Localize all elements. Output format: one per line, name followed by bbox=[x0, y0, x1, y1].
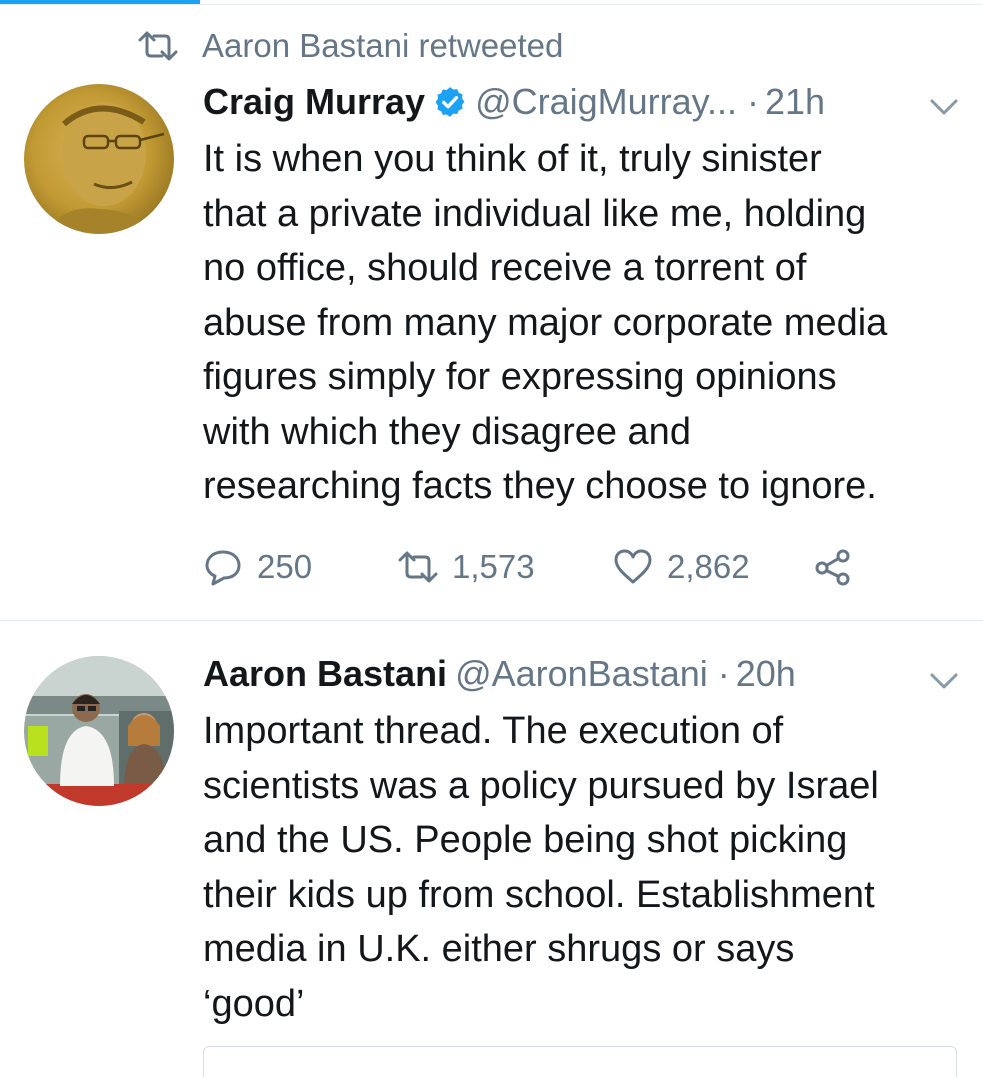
like-count: 2,862 bbox=[667, 548, 750, 585]
retweet-button[interactable]: 1,573 bbox=[398, 545, 535, 589]
tweet-timestamp[interactable]: 20h bbox=[736, 653, 796, 695]
tweet-text: Important thread. The execution of scien… bbox=[203, 710, 879, 1025]
retweet-icon bbox=[398, 551, 438, 583]
reply-button[interactable]: 250 bbox=[203, 545, 312, 589]
author-name[interactable]: Aaron Bastani bbox=[203, 653, 447, 695]
avatar-aaron-bastani[interactable] bbox=[24, 656, 174, 806]
retweet-icon bbox=[138, 31, 178, 61]
tweet-divider bbox=[0, 620, 983, 621]
chevron-down-icon[interactable] bbox=[929, 672, 959, 690]
dot-separator: · bbox=[717, 653, 730, 694]
share-button[interactable] bbox=[813, 545, 853, 589]
tweet-timestamp[interactable]: 21h bbox=[765, 81, 825, 123]
heart-icon bbox=[614, 549, 652, 584]
share-icon bbox=[815, 549, 850, 586]
tweet-header: Craig Murray @CraigMurray... · 21h bbox=[203, 80, 825, 124]
author-handle[interactable]: @AaronBastani bbox=[455, 653, 708, 695]
tweet-text: It is when you think of it, truly sinist… bbox=[203, 138, 888, 507]
like-button[interactable]: 2,862 bbox=[613, 545, 750, 589]
retweet-count: 1,573 bbox=[452, 548, 535, 585]
reply-count: 250 bbox=[257, 548, 313, 585]
avatar-craig-murray[interactable] bbox=[24, 84, 174, 234]
author-handle[interactable]: @CraigMurray... bbox=[475, 81, 737, 123]
retweet-context-label: Aaron Bastani retweeted bbox=[202, 27, 564, 64]
avatar-image bbox=[24, 656, 174, 806]
retweet-context[interactable]: Aaron Bastani retweeted bbox=[138, 26, 563, 66]
chevron-down-icon[interactable] bbox=[929, 98, 959, 116]
reply-icon bbox=[205, 550, 241, 586]
top-border bbox=[0, 4, 983, 5]
verified-badge-icon bbox=[435, 87, 465, 117]
tweet-header: Aaron Bastani @AaronBastani · 20h bbox=[203, 652, 796, 696]
author-name[interactable]: Craig Murray bbox=[203, 81, 425, 123]
quoted-tweet-card[interactable] bbox=[203, 1046, 957, 1077]
dot-separator: · bbox=[747, 81, 759, 122]
avatar-image bbox=[24, 84, 174, 234]
